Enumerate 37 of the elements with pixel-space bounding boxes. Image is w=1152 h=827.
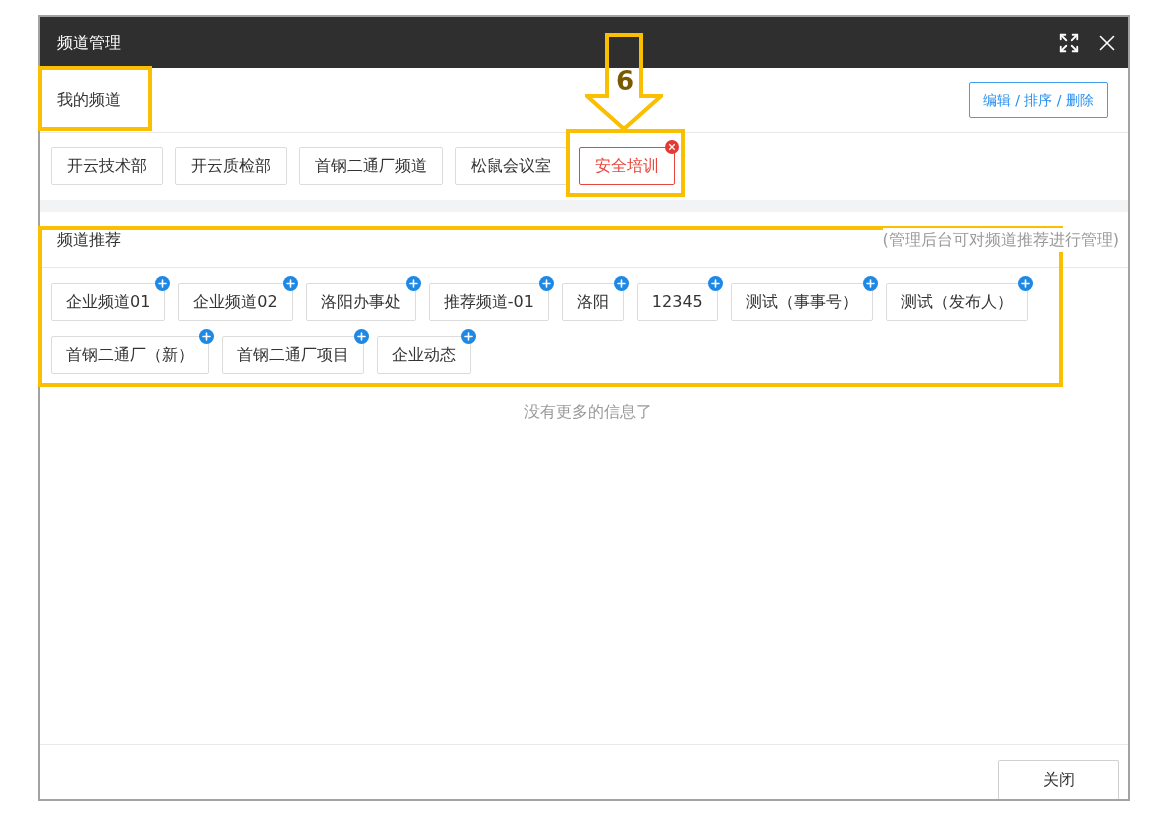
end-message: 没有更多的信息了 — [524, 401, 652, 422]
remove-icon[interactable] — [665, 140, 679, 154]
channel-tag[interactable]: 洛阳 — [561, 283, 624, 321]
section-title: 频道推荐 — [57, 228, 121, 251]
add-icon[interactable] — [461, 329, 476, 344]
callout-number: 6 — [616, 70, 635, 92]
section-hint: (管理后台可对频道推荐进行管理) — [882, 227, 1119, 252]
channel-tag[interactable]: 首钢二通厂（新） — [51, 336, 209, 374]
edit-sort-delete-button[interactable]: 编辑 / 排序 / 删除 — [968, 82, 1108, 118]
channel-tag[interactable]: 松鼠会议室 — [455, 147, 567, 185]
channel-tag[interactable]: 12345 — [636, 283, 718, 321]
add-icon[interactable] — [282, 276, 298, 291]
channel-tag[interactable]: 洛阳办事处 — [305, 283, 416, 321]
add-icon[interactable] — [405, 276, 421, 291]
add-icon[interactable] — [613, 276, 629, 291]
close-button[interactable]: 关闭 — [998, 760, 1119, 799]
section-title: 我的频道 — [57, 89, 121, 111]
channel-tag[interactable]: 推荐频道-01 — [428, 283, 549, 321]
channel-tag[interactable]: 开云技术部 — [51, 147, 163, 185]
add-icon[interactable] — [354, 329, 369, 344]
channel-tag[interactable]: 测试（事事号） — [730, 283, 873, 321]
channel-tag[interactable]: 安全培训 — [579, 147, 675, 185]
channel-tag[interactable]: 企业频道02 — [178, 283, 293, 321]
channel-tag[interactable]: 首钢二通厂频道 — [299, 147, 443, 185]
dialog-title: 频道管理 — [57, 31, 121, 54]
channel-tag[interactable]: 测试（发布人） — [885, 283, 1028, 321]
add-icon[interactable] — [707, 276, 723, 291]
maximize-icon[interactable] — [1058, 31, 1080, 54]
add-icon[interactable] — [155, 276, 171, 291]
channel-tag[interactable]: 首钢二通厂项目 — [222, 336, 364, 374]
add-icon[interactable] — [862, 276, 878, 291]
add-icon[interactable] — [199, 329, 214, 344]
channel-tag[interactable]: 企业动态 — [377, 336, 471, 374]
channel-tag[interactable]: 企业频道01 — [51, 283, 166, 321]
add-icon[interactable] — [538, 276, 554, 291]
channel-tag[interactable]: 开云质检部 — [175, 147, 287, 185]
add-icon[interactable] — [1017, 276, 1033, 291]
